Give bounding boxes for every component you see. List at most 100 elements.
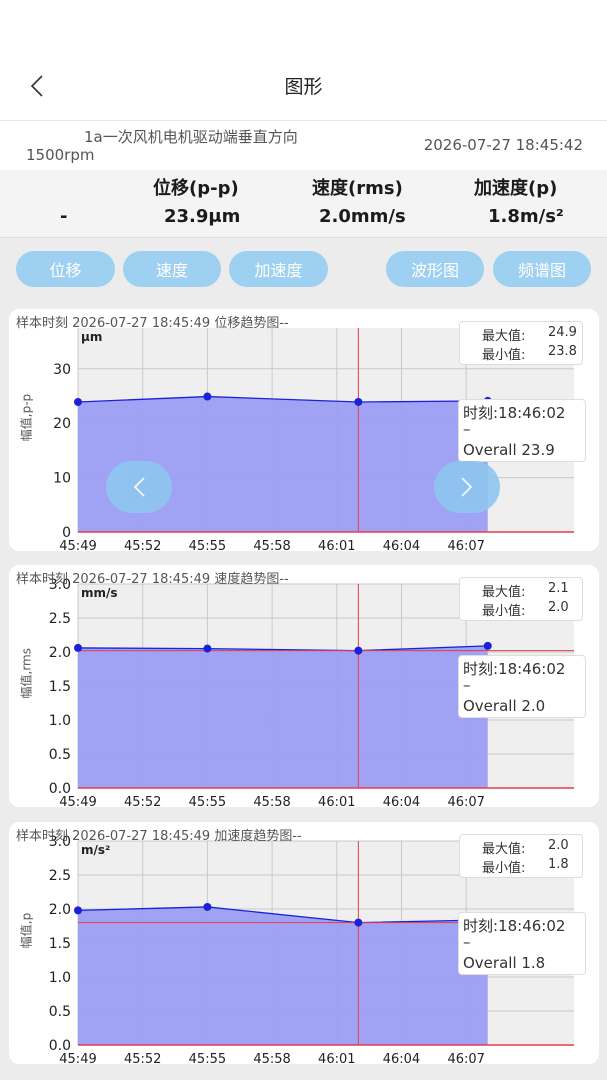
y-tick-label: 1.5 [49,679,71,695]
y-tick-label: 1.0 [49,713,71,729]
acceleration-trend-card: 0.0 0.5 1.0 1.5 2.0 2.5 3.0 45:49 45:52 45:55 45:5… [9,822,599,1064]
x-tick-label: 46:04 [383,795,420,807]
displacement-header: 位移(p-p) [153,178,239,199]
sample-time: 2026-07-27 18:45:42 [423,136,583,154]
data-point [203,392,212,401]
x-tick-label: 45:55 [189,1052,226,1064]
x-tick-label: 45:55 [189,795,226,807]
acceleration-button[interactable]: 加速度 [229,251,328,287]
min-max-legend: 最大值: 2.0 最小值: 1.8 [459,834,583,878]
y-tick-label: 2.0 [49,902,71,918]
x-tick-label: 45:52 [124,539,161,551]
top-bar: 图形 [0,0,607,120]
min-max-legend: 最大值: 2.1 最小值: 2.0 [459,577,583,621]
tooltip-time: 时刻:18:46:02 [463,404,566,422]
data-point [354,918,363,927]
y-tick-label: 0.5 [49,747,71,763]
x-tick-label: 46:04 [383,539,420,551]
spectrum-button[interactable]: 频谱图 [493,251,591,287]
x-tick-label: 45:49 [59,1052,96,1064]
max-value: 24.9 [548,325,577,340]
acceleration-header: 加速度(p) [474,178,558,199]
y-tick-label: 30 [53,362,71,378]
max-label: 最大值: [482,585,526,600]
max-value: 2.0 [548,838,569,853]
chevron-left-icon [133,477,145,497]
y-tick-label: 2.5 [49,868,71,884]
cursor-tooltip: 时刻:18:46:02 – Overall 2.0 [458,655,586,718]
x-tick-label: 46:04 [383,1052,420,1064]
metrics-panel: - 位移(p-p) 23.9μm 速度(rms) 2.0mm/s 加速度(p) … [0,170,607,238]
y-tick-label: 2.5 [49,611,71,627]
data-point [354,397,363,406]
data-point [483,641,492,650]
y-axis-label: 幅值,p-p [19,393,34,442]
velocity-value: 2.0mm/s [319,206,406,227]
x-tick-label: 45:58 [253,795,290,807]
y-tick-label: 2.0 [49,645,71,661]
x-tick-label: 45:52 [124,1052,161,1064]
displacement-button[interactable]: 位移 [16,251,115,287]
min-label: 最小值: [482,861,526,876]
x-tick-label: 45:49 [59,795,96,807]
x-tick-label: 46:07 [447,1052,484,1064]
data-point [74,906,82,915]
tooltip-overall: Overall 2.0 [463,697,546,715]
tooltip-dash: – [463,676,471,694]
velocity-header: 速度(rms) [312,178,403,199]
tooltip-overall: Overall 23.9 [463,441,555,459]
data-point [203,902,212,911]
velocity-button[interactable]: 速度 [123,251,221,287]
chart-caption: 样本时刻 2026-07-27 18:45:49 速度趋势图-- [16,572,289,587]
measure-point-name: 1a一次风机电机驱动端垂直方向 [84,128,298,146]
rotation-speed: 1500rpm [26,146,95,164]
min-label: 最小值: [482,604,526,619]
x-tick-label: 45:58 [253,1052,290,1064]
y-tick-label: 0.5 [49,1004,71,1020]
data-point [74,397,82,406]
velocity-trend-card: 0.0 0.5 1.0 1.5 2.0 2.5 3.0 45:49 45:52 45:55 45:5… [9,565,599,807]
x-tick-label: 46:01 [318,795,355,807]
y-axis-label: 幅值,rms [19,648,34,699]
x-tick-label: 46:01 [318,1052,355,1064]
min-label: 最小值: [482,348,526,363]
x-tick-label: 46:07 [447,795,484,807]
y-tick-label: 10 [53,471,71,487]
series-area [78,645,488,788]
previous-button[interactable] [106,461,172,513]
waveform-button[interactable]: 波形图 [386,251,484,287]
displacement-trend-card: 0 10 20 30 45:49 45:52 45:55 45:58 46:01 46:04 46:… [9,309,599,551]
next-button[interactable] [434,461,500,513]
acceleration-value: 1.8m/s² [488,206,564,227]
max-label: 最大值: [482,329,526,344]
page-title: 图形 [284,76,323,98]
cursor-tooltip: 时刻:18:46:02 – Overall 23.9 [458,399,586,462]
chart-caption: 样本时刻 2026-07-27 18:45:49 位移趋势图-- [16,316,289,331]
displacement-value: 23.9μm [164,206,241,227]
x-tick-label: 46:01 [318,539,355,551]
x-tick-label: 45:55 [189,539,226,551]
device-info: 1a一次风机电机驱动端垂直方向 1500rpm 2026-07-27 18:45… [0,120,607,170]
metric-value-1: - [60,206,68,227]
chart-unit: mm/s [81,586,118,600]
tooltip-dash: – [463,933,471,951]
max-value: 2.1 [548,581,569,596]
x-tick-label: 45:52 [124,795,161,807]
cursor-tooltip: 时刻:18:46:02 – Overall 1.8 [458,912,586,975]
x-tick-label: 45:58 [253,539,290,551]
chevron-right-icon [461,477,473,497]
data-point [74,643,82,652]
chart-caption: 样本时刻 2026-07-27 18:45:49 加速度趋势图-- [16,829,302,844]
series-area [78,906,488,1045]
y-tick-label: 20 [53,416,71,432]
y-axis-label: 幅值,p [19,912,34,949]
tooltip-time: 时刻:18:46:02 [463,917,566,935]
tooltip-overall: Overall 1.8 [463,954,546,972]
tooltip-time: 时刻:18:46:02 [463,660,566,678]
chart-unit: m/s² [81,843,111,857]
min-max-legend: 最大值: 24.9 最小值: 23.8 [459,321,583,365]
data-point [354,646,363,655]
min-value: 23.8 [548,344,577,359]
y-tick-label: 1.5 [49,936,71,952]
y-tick-label: 1.0 [49,970,71,986]
